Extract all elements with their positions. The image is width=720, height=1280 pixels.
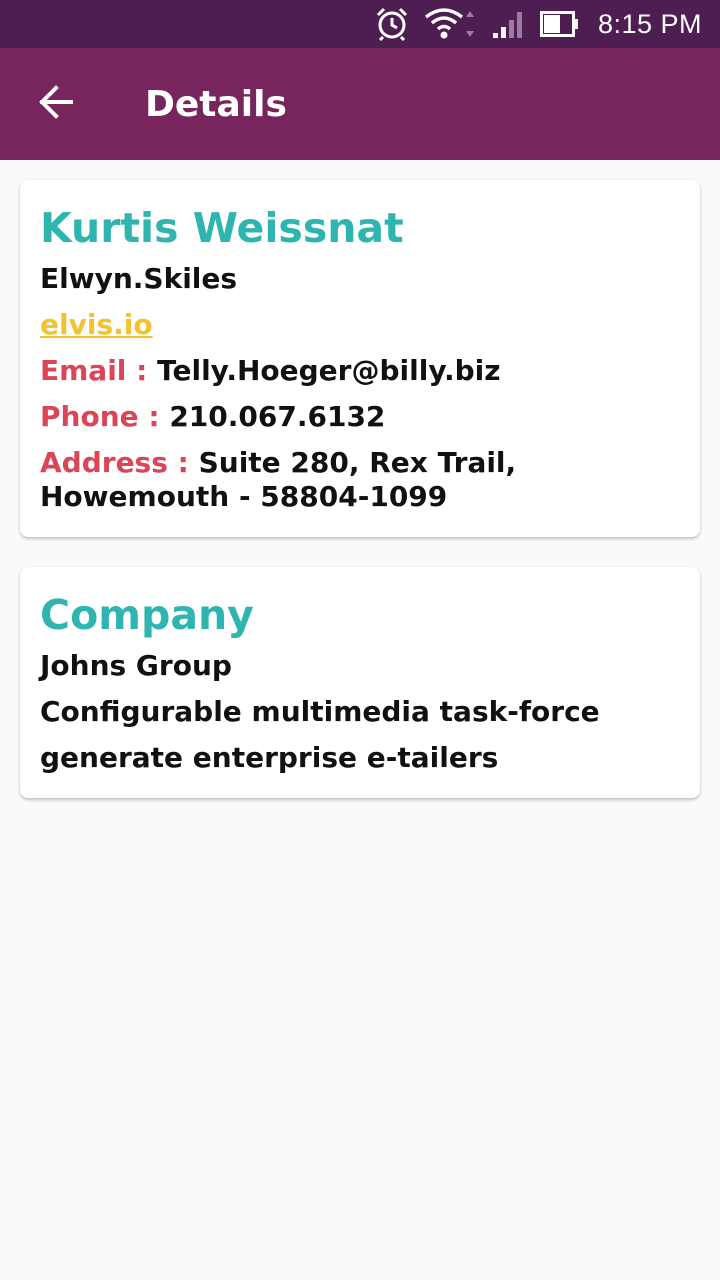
- wifi-icon: [424, 7, 478, 41]
- company-heading: Company: [40, 591, 254, 639]
- email-row: Email : Telly.Hoeger@billy.biz: [40, 348, 680, 394]
- website-link[interactable]: elvis.io: [40, 302, 153, 348]
- app-bar: Details: [0, 48, 720, 160]
- company-bs: generate enterprise e-tailers: [40, 741, 499, 774]
- phone-label: Phone :: [40, 400, 160, 433]
- email-value: Telly.Hoeger@billy.biz: [157, 354, 501, 387]
- company-catch-phrase: Configurable multimedia task-force: [40, 695, 600, 728]
- phone-row: Phone : 210.067.6132: [40, 394, 680, 440]
- cell-signal-icon: [492, 9, 526, 39]
- username: Elwyn.Skiles: [40, 262, 238, 295]
- company-name: Johns Group: [40, 649, 232, 682]
- contact-card: Kurtis Weissnat Elwyn.Skiles elvis.io Em…: [20, 180, 700, 537]
- contact-name: Kurtis Weissnat: [40, 204, 404, 252]
- alarm-icon: [374, 6, 410, 42]
- battery-icon: [539, 10, 580, 38]
- company-card: Company Johns Group Configurable multime…: [20, 567, 700, 798]
- back-button[interactable]: [0, 48, 112, 160]
- page-title: Details: [145, 83, 287, 125]
- phone-value: 210.067.6132: [169, 400, 386, 433]
- address-row: Address : Suite 280, Rex Trail, Howemout…: [40, 446, 680, 514]
- status-bar: 8:15 PM: [0, 0, 720, 48]
- status-time: 8:15 PM: [597, 8, 702, 39]
- address-label: Address :: [40, 446, 189, 479]
- arrow-back-icon: [38, 84, 74, 124]
- email-label: Email :: [40, 354, 148, 387]
